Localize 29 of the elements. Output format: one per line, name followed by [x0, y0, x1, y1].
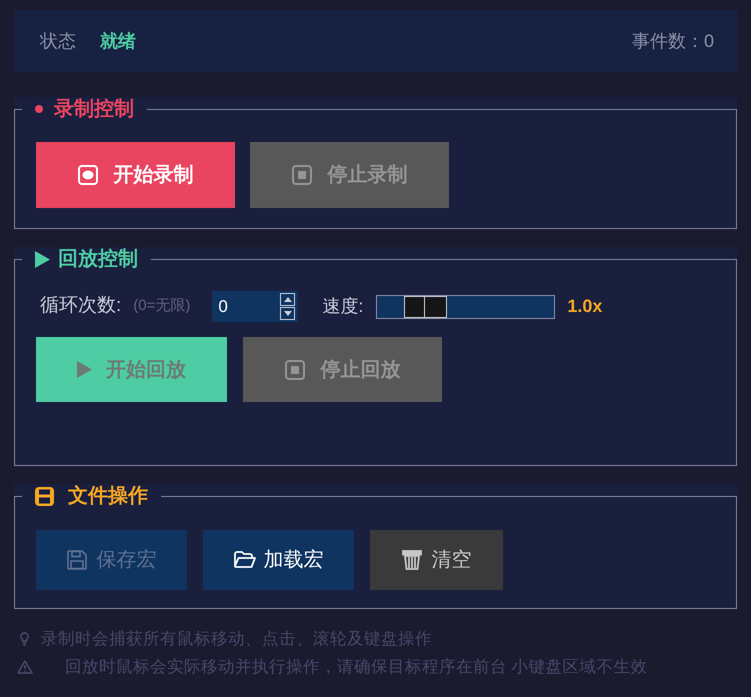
action-button[interactable]: 加载宏	[203, 530, 354, 590]
group-title: 文件操作	[68, 484, 148, 508]
action-button[interactable]: 开始录制	[36, 142, 235, 208]
hint-text: 回放时鼠标会实际移动并执行操作，请确保目标程序在前台 小键盘区域不生效	[65, 656, 648, 678]
play-icon	[77, 361, 92, 378]
action-button[interactable]: 清空	[370, 530, 503, 590]
folder-icon	[234, 551, 256, 569]
hint-text: 录制时会捕获所有鼠标移动、点击、滚轮及键盘操作	[41, 628, 432, 650]
status-label: 状态	[40, 30, 76, 52]
caret-down-icon	[284, 311, 292, 316]
wastebasket-icon	[402, 550, 422, 570]
record-icon	[78, 165, 98, 185]
stop-icon	[292, 165, 312, 185]
caret-up-icon	[284, 297, 292, 302]
lightbulb-icon	[20, 632, 29, 646]
group-title: 回放控制	[58, 247, 138, 271]
group-title: 录制控制	[54, 97, 134, 121]
stop-icon	[284, 360, 304, 380]
speed-reading: 1.0x	[567, 295, 602, 318]
loop-count-hint: (0=无限)	[133, 296, 190, 316]
status-value: 就绪	[100, 30, 136, 52]
event-count: 事件数：0	[632, 30, 714, 52]
spin-up-button[interactable]	[280, 293, 296, 306]
speed-label: 速度:	[322, 295, 364, 318]
spin-down-button[interactable]	[280, 307, 296, 320]
warning-icon	[17, 660, 33, 674]
loop-count-label: 循环次数:	[40, 294, 122, 318]
speed-slider[interactable]	[376, 294, 556, 318]
slider-thumb[interactable]	[404, 296, 447, 318]
